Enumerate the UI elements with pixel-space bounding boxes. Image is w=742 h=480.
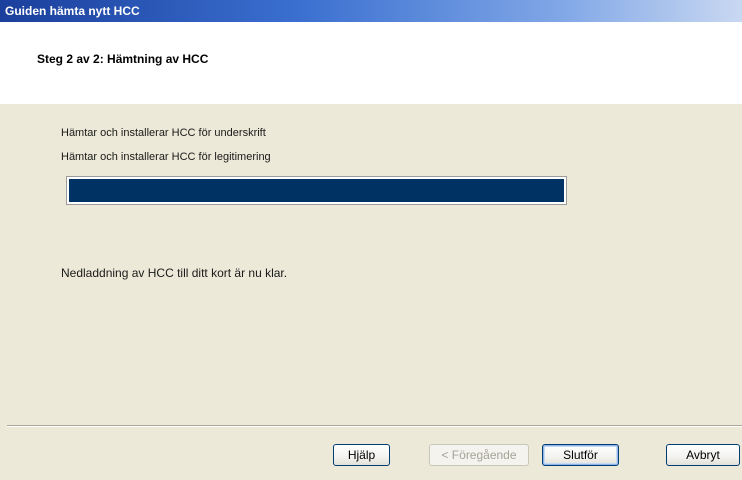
completion-message: Nedladdning av HCC till ditt kort är nu … <box>61 266 288 280</box>
footer-divider <box>7 425 742 427</box>
cancel-button[interactable]: Avbryt <box>666 444 740 466</box>
window-title-bar[interactable]: Guiden hämta nytt HCC <box>0 0 742 22</box>
window-title: Guiden hämta nytt HCC <box>5 4 140 18</box>
download-progress-bar <box>66 176 567 205</box>
wizard-window: Guiden hämta nytt HCC Steg 2 av 2: Hämtn… <box>0 0 742 480</box>
status-line-identification: Hämtar och installerar HCC för legitimer… <box>61 151 271 163</box>
finish-button[interactable]: Slutför <box>542 444 619 466</box>
back-button[interactable]: < Föregående <box>429 444 529 466</box>
progress-fill <box>69 179 564 202</box>
step-title: Steg 2 av 2: Hämtning av HCC <box>37 52 209 66</box>
help-button[interactable]: Hjälp <box>333 444 390 466</box>
wizard-header: Steg 2 av 2: Hämtning av HCC <box>0 22 742 104</box>
status-line-signature: Hämtar och installerar HCC för underskri… <box>61 127 266 139</box>
